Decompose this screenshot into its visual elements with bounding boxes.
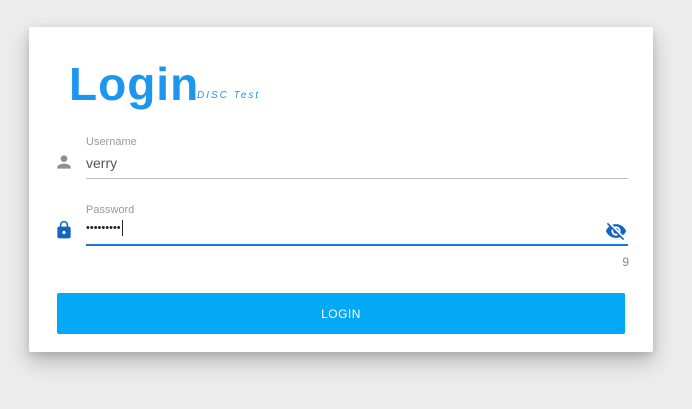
text-caret	[121, 220, 123, 236]
username-label: Username	[86, 136, 137, 148]
login-card: Login DISC Test Username verry Password …	[29, 27, 653, 352]
username-underline	[86, 178, 628, 179]
username-input[interactable]: verry	[86, 155, 117, 171]
password-underline	[86, 244, 628, 246]
password-input[interactable]: •••••••••	[86, 219, 123, 237]
password-label: Password	[86, 204, 135, 216]
password-masked-value: •••••••••	[86, 222, 121, 234]
eye-off-icon[interactable]	[604, 220, 630, 242]
person-icon	[54, 152, 74, 172]
password-char-counter: 9	[622, 255, 629, 269]
page-subtitle: DISC Test	[197, 90, 261, 101]
page-title: Login	[69, 58, 200, 110]
login-button[interactable]: LOGIN	[57, 293, 625, 334]
lock-icon	[54, 219, 74, 239]
